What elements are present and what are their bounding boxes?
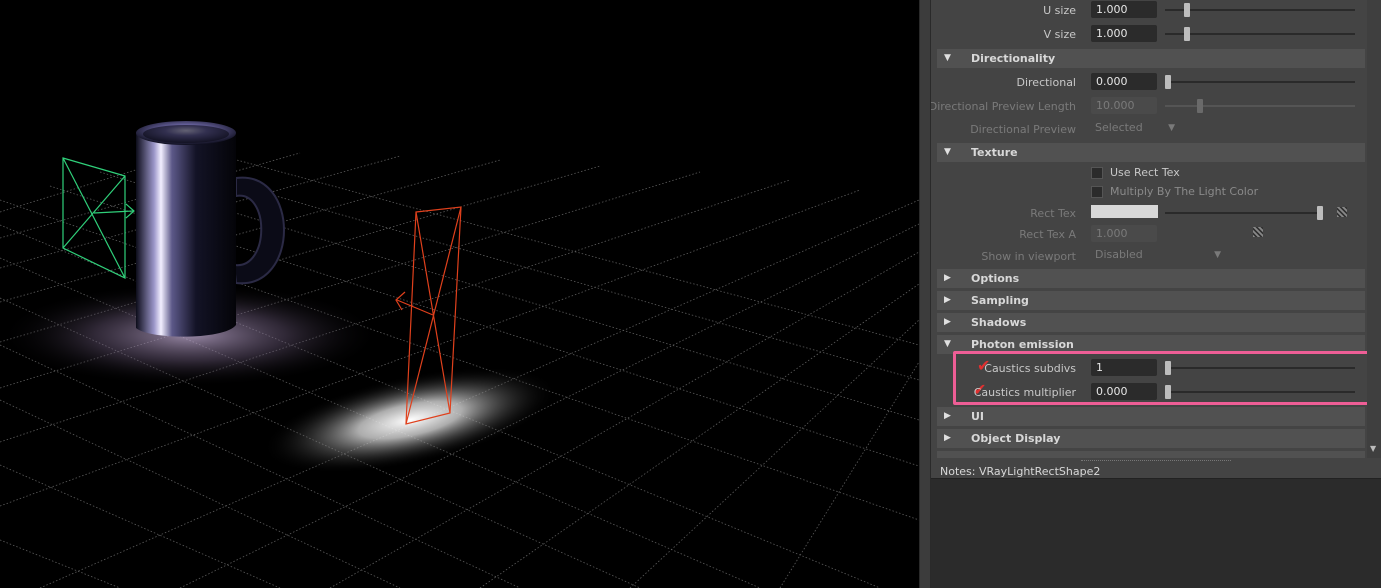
highlight-box [953,351,1370,405]
section-ui[interactable]: ▶ UI [937,407,1365,426]
rect-tex-slider[interactable] [1165,206,1323,220]
notes-label: Notes: VRayLightRectShape2 [940,465,1100,478]
attribute-editor-panel: U size 1.000 V size 1.000 ▼ Directionali… [931,0,1381,588]
notes-value: VRayLightRectShape2 [978,465,1101,478]
expand-arrow-icon: ▶ [944,317,951,327]
rect-tex-slider-thumb[interactable] [1317,206,1323,220]
directional-preview-value: Selected [1095,121,1143,134]
section-ui-title: UI [971,410,985,423]
dropdown-arrow-icon: ▼ [1214,250,1221,260]
directional-preview-length-row: Directional Preview Length 10.000 [931,97,1366,117]
directional-preview-length-field: 10.000 [1091,97,1157,114]
collapse-arrow-icon: ▼ [944,339,951,349]
section-options-title: Options [971,272,1020,285]
expand-arrow-icon: ▶ [944,433,951,443]
v-size-slider[interactable] [1165,27,1355,41]
directional-preview-length-slider [1165,99,1355,113]
directional-slider-thumb[interactable] [1165,75,1171,89]
rect-tex-label: Rect Tex [1030,207,1076,220]
section-object-display[interactable]: ▶ Object Display [937,429,1365,448]
expand-arrow-icon: ▶ [944,273,951,283]
u-size-row: U size 1.000 [931,1,1366,21]
directional-preview-length-thumb [1197,99,1203,113]
dropdown-arrow-icon: ▼ [1168,123,1175,133]
v-size-field[interactable]: 1.000 [1091,25,1157,42]
u-size-label: U size [1043,4,1076,17]
panel-splitter[interactable] [919,0,931,588]
map-button-icon[interactable] [1253,227,1263,237]
use-rect-tex-label: Use Rect Tex [1110,166,1180,179]
use-rect-tex-checkbox[interactable] [1091,167,1103,179]
v-size-slider-thumb[interactable] [1184,27,1190,41]
section-shadows[interactable]: ▶ Shadows [937,313,1365,332]
viewport-scene [0,121,919,588]
section-sampling-title: Sampling [971,294,1029,307]
section-sampling[interactable]: ▶ Sampling [937,291,1365,310]
show-in-viewport-label: Show in viewport [981,250,1076,263]
section-object-display-title: Object Display [971,432,1061,445]
directional-label: Directional [1016,76,1077,89]
multiply-light-color-label: Multiply By The Light Color [1110,185,1259,198]
rect-tex-a-field: 1.000 [1091,225,1157,242]
vertical-scrollbar[interactable]: ▼ [1367,0,1381,458]
notes-bar: Notes: VRayLightRectShape2 [931,458,1381,478]
section-options[interactable]: ▶ Options [937,269,1365,288]
multiply-light-color-checkbox[interactable] [1091,186,1103,198]
directional-preview-label: Directional Preview [970,123,1076,136]
section-directionality-title: Directionality [971,52,1056,65]
u-size-slider[interactable] [1165,3,1355,17]
v-size-label: V size [1043,28,1076,41]
rect-tex-row: Rect Tex [931,204,1366,224]
map-button-icon[interactable] [1337,207,1347,217]
section-shadows-title: Shadows [971,316,1027,329]
collapse-arrow-icon: ▼ [944,147,951,157]
show-in-viewport-row: Show in viewport Disabled ▼ [931,247,1366,267]
rect-tex-a-label: Rect Tex A [1019,228,1076,241]
expand-arrow-icon: ▶ [944,295,951,305]
u-size-slider-thumb[interactable] [1184,3,1190,17]
notes-textarea[interactable] [931,478,1381,588]
notes-resize-grip[interactable] [1081,460,1231,463]
expand-arrow-icon: ▶ [944,411,951,421]
section-texture[interactable]: ▼ Texture [937,143,1365,162]
v-size-row: V size 1.000 [931,25,1366,45]
section-texture-title: Texture [971,146,1018,159]
scroll-down-icon[interactable]: ▼ [1370,444,1376,453]
show-in-viewport-value: Disabled [1095,248,1143,261]
rect-tex-color-swatch[interactable] [1091,205,1158,218]
u-size-field[interactable]: 1.000 [1091,1,1157,18]
show-in-viewport-dropdown: Disabled ▼ [1091,247,1221,263]
use-rect-tex-row: Use Rect Tex [931,166,1366,186]
section-partial [937,451,1365,458]
notes-label-text: Notes: [940,465,976,478]
directional-preview-dropdown: Selected ▼ [1091,120,1175,136]
collapse-arrow-icon: ▼ [944,53,951,63]
directional-row: Directional 0.000 [931,73,1366,93]
directional-field[interactable]: 0.000 [1091,73,1157,90]
viewport-3d[interactable] [0,0,919,588]
directional-preview-length-label: Directional Preview Length [931,100,1076,113]
multiply-light-color-row: Multiply By The Light Color [931,185,1366,205]
directional-preview-row: Directional Preview Selected ▼ [931,120,1366,140]
directional-slider[interactable] [1165,75,1355,89]
green-light-gizmo [62,157,135,279]
rect-tex-a-row: Rect Tex A 1.000 [931,225,1366,245]
section-directionality[interactable]: ▼ Directionality [937,49,1365,68]
